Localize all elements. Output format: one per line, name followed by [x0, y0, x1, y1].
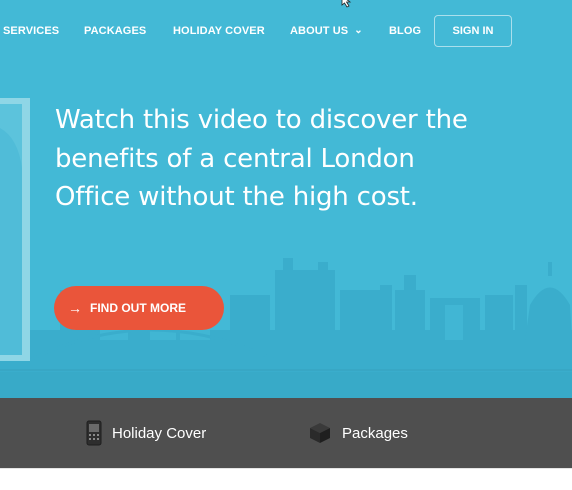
nav-packages[interactable]: PACKAGES [84, 25, 146, 37]
arrow-right-icon: → [68, 300, 82, 316]
feature-holiday-cover-label: Holiday Cover [112, 424, 207, 442]
chevron-down-icon: ⌄ [354, 25, 363, 36]
nav-blog[interactable]: BLOG [389, 25, 421, 37]
hero-section: SERVICES PACKAGES HOLIDAY COVER ABOUT US… [0, 0, 572, 398]
find-out-more-label: FIND OUT MORE [90, 301, 186, 315]
video-frame-graphic [0, 98, 30, 361]
nav-about-us-label: ABOUT US [290, 25, 349, 37]
main-navigation: SERVICES PACKAGES HOLIDAY COVER ABOUT US… [0, 0, 572, 62]
mobile-phone-icon [86, 420, 102, 446]
video-thumbnail[interactable] [0, 98, 30, 361]
nav-holiday-cover[interactable]: HOLIDAY COVER [173, 25, 265, 37]
nav-about-us[interactable]: ABOUT US ⌄ [290, 25, 363, 37]
feature-packages[interactable]: Packages [308, 398, 408, 468]
features-bar: Holiday Cover Packages [0, 398, 572, 468]
feature-holiday-cover[interactable]: Holiday Cover [86, 398, 206, 468]
nav-services[interactable]: SERVICES [3, 25, 59, 37]
find-out-more-button[interactable]: → FIND OUT MORE [54, 286, 224, 330]
sign-in-button[interactable]: SIGN IN [434, 15, 512, 47]
box-icon [308, 421, 332, 445]
hero-headline: Watch this video to discover the benefit… [55, 105, 468, 212]
mouse-cursor-icon [341, 0, 352, 8]
feature-packages-label: Packages [342, 424, 408, 442]
page-content-area [0, 468, 572, 490]
